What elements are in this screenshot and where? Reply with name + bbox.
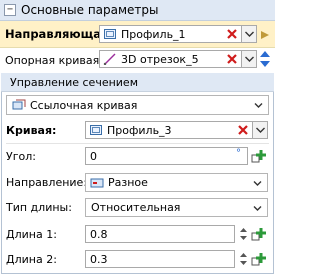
curve-field[interactable]: Профиль_3 [85,121,268,139]
section-mode-dropdown[interactable]: Ссылочная кривая [6,95,269,115]
length2-value: 0.3 [90,253,108,266]
clear-icon[interactable] [225,27,239,41]
reference-curve-field[interactable]: 3D отрезок_5 [99,50,257,68]
divider [6,143,269,144]
profile-icon [89,124,103,136]
length-type-label: Тип длины: [6,201,72,214]
reference-curve-value: 3D отрезок_5 [121,53,199,66]
reference-curve-label: Опорная кривая: [5,54,103,67]
curve-value: Профиль_3 [107,124,172,137]
length2-input[interactable]: 0.3 [85,250,235,268]
chevron-down-icon[interactable] [252,122,267,138]
clear-icon[interactable] [225,52,239,66]
chevron-down-icon[interactable] [241,51,256,67]
path-row: Направляющая: Профиль_1 [0,21,275,48]
group-title: Основные параметры [21,3,159,17]
section-mode-value: Ссылочная кривая [30,99,138,112]
length2-label: Длина 2: [6,253,57,266]
length1-input[interactable]: 0.8 [85,225,235,243]
direction-dropdown[interactable]: Разное [85,173,268,192]
swap-direction-icon[interactable] [258,50,272,71]
direction-value: Разное [108,176,148,189]
profile-icon [103,28,117,40]
length1-value: 0.8 [90,228,108,241]
section-title: Управление сечением [10,76,138,89]
path-value: Профиль_1 [121,28,186,41]
direction-label: Направление: [6,176,88,189]
link-variable-icon[interactable] [251,148,267,167]
direction-icon [90,177,104,192]
angle-label: Угол: [6,150,36,163]
curve-label: Кривая: [6,124,57,137]
segment-3d-icon [103,53,117,66]
main-params-header[interactable]: − Основные параметры [0,0,275,21]
path-field[interactable]: Профиль_1 [99,25,257,43]
path-label: Направляющая: [5,27,114,41]
reference-curve-mode-icon [12,99,26,115]
chevron-down-icon [252,203,263,217]
chevron-down-icon [252,178,263,192]
angle-value: 0 [90,150,97,163]
chevron-down-icon[interactable] [241,26,256,42]
length-type-dropdown[interactable]: Относительная [85,198,268,217]
collapse-toggle[interactable]: − [4,4,16,16]
length2-spinner[interactable] [237,250,250,268]
length1-spinner[interactable] [237,225,250,243]
length1-label: Длина 1: [6,228,57,241]
chevron-down-icon [253,100,264,114]
pin-icon[interactable] [259,29,271,44]
length-type-value: Относительная [91,201,181,214]
angle-input[interactable]: 0 ° [85,147,248,165]
angle-unit: ° [236,148,241,159]
section-title-bar: Управление сечением [1,73,274,92]
link-variable-icon[interactable] [251,226,267,245]
link-variable-icon[interactable] [251,251,267,270]
clear-icon[interactable] [236,123,250,137]
